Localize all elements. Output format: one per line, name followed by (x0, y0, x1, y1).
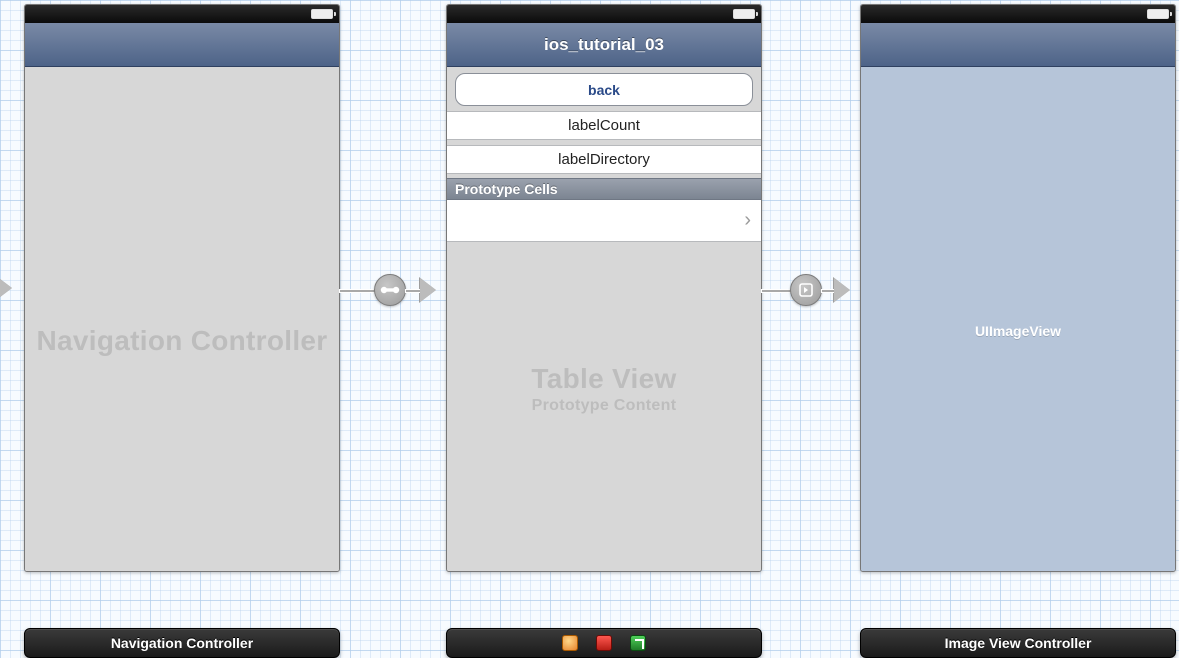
status-bar (447, 5, 761, 23)
back-button[interactable]: back (455, 73, 753, 106)
dock-label: Image View Controller (945, 635, 1092, 651)
segue-line (406, 290, 420, 292)
battery-icon (311, 9, 333, 19)
watermark-title: Table View (447, 363, 761, 395)
navigation-bar (25, 23, 339, 67)
content-area: Navigation Controller (25, 67, 339, 571)
segue-icon-root[interactable] (374, 274, 406, 306)
scene-image-view-controller[interactable]: UIImageView (860, 4, 1176, 572)
content-area: back labelCount labelDirectory Prototype… (447, 73, 761, 572)
disclosure-indicator-icon: › (744, 209, 751, 232)
label-text: labelCount (568, 117, 640, 134)
label-count[interactable]: labelCount (447, 111, 761, 140)
segue-icon-push[interactable] (790, 274, 822, 306)
status-bar (861, 5, 1175, 23)
initial-arrow (0, 276, 12, 300)
first-responder-icon[interactable] (562, 635, 578, 651)
scene-dock-table[interactable] (446, 628, 762, 658)
battery-icon (733, 9, 755, 19)
segue-arrowhead (420, 278, 436, 302)
uiimageview[interactable]: UIImageView (861, 67, 1175, 571)
segue-line (822, 290, 834, 292)
back-button-label: back (588, 82, 620, 98)
segue-line (340, 290, 378, 292)
prototype-cells-header: Prototype Cells (447, 178, 761, 200)
navigation-bar[interactable]: ios_tutorial_03 (447, 23, 761, 67)
view-controller-icon[interactable] (596, 635, 612, 651)
prototype-cell[interactable]: › (447, 200, 761, 242)
header-text: Prototype Cells (455, 181, 558, 197)
status-bar (25, 5, 339, 23)
watermark-label: Navigation Controller (25, 325, 339, 357)
watermark-label: Table View Prototype Content (447, 363, 761, 415)
segue-line (762, 290, 792, 292)
device-frame: UIImageView (860, 4, 1176, 572)
scene-navigation-controller[interactable]: Navigation Controller (24, 4, 340, 572)
segue-arrowhead (834, 278, 850, 302)
exit-icon[interactable] (630, 635, 646, 651)
device-frame: ios_tutorial_03 back labelCount labelDir… (446, 4, 762, 572)
label-directory[interactable]: labelDirectory (447, 145, 761, 174)
device-frame: Navigation Controller (24, 4, 340, 572)
nav-title: ios_tutorial_03 (544, 35, 664, 55)
watermark-subtitle: Prototype Content (447, 397, 761, 415)
scene-table-view-controller[interactable]: ios_tutorial_03 back labelCount labelDir… (446, 4, 762, 572)
label-text: labelDirectory (558, 151, 650, 168)
uiimageview-placeholder-label: UIImageView (861, 323, 1175, 339)
scene-dock-image[interactable]: Image View Controller (860, 628, 1176, 658)
dock-label: Navigation Controller (111, 635, 253, 651)
navigation-bar (861, 23, 1175, 67)
battery-icon (1147, 9, 1169, 19)
scene-dock-nav[interactable]: Navigation Controller (24, 628, 340, 658)
